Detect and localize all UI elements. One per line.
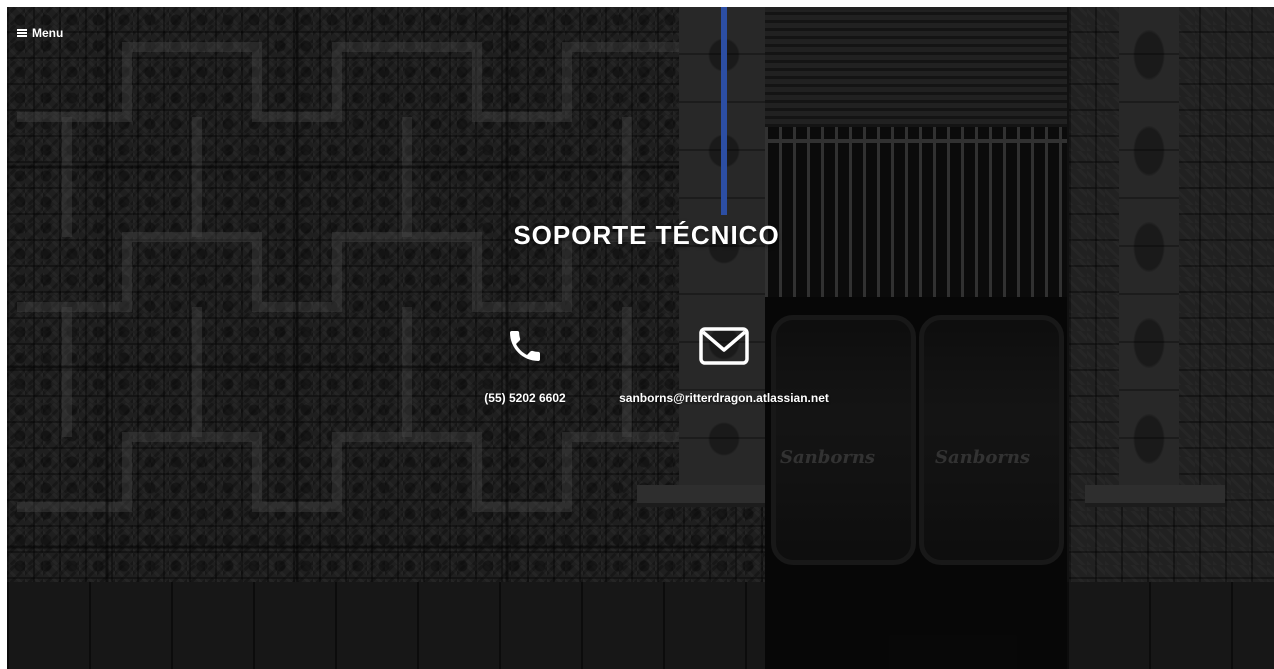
menu-label: Menu — [32, 26, 64, 40]
menu-button[interactable]: Menu — [17, 26, 63, 40]
phone-number: (55) 5202 6602 — [484, 391, 566, 405]
hamburger-icon — [17, 29, 27, 37]
email-contact-link[interactable]: sanborns@ritterdragon.atlassian.net — [619, 323, 829, 405]
hero-section: Sanborns Sanborns Menu SOPORTE TÉCNICO (… — [7, 7, 1274, 669]
accent-line — [721, 7, 727, 215]
email-address: sanborns@ritterdragon.atlassian.net — [619, 391, 829, 405]
phone-contact-link[interactable]: (55) 5202 6602 — [477, 323, 573, 405]
envelope-icon — [699, 323, 749, 369]
page-title: SOPORTE TÉCNICO — [513, 220, 780, 250]
phone-icon — [505, 323, 545, 369]
